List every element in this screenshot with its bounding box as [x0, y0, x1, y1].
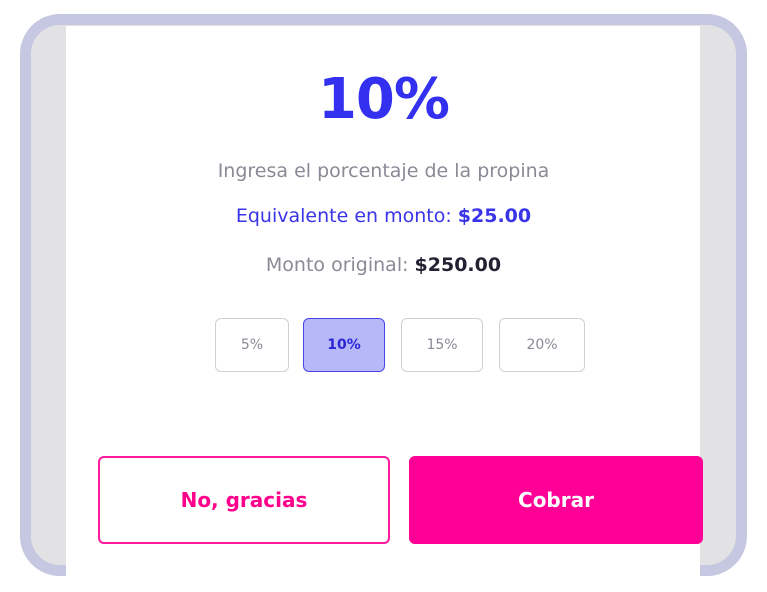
equivalent-amount-value: $25.00: [457, 205, 532, 227]
original-amount-label: Monto original:: [265, 254, 415, 276]
original-amount-value: $250.00: [414, 254, 502, 276]
preset-15-button[interactable]: 15%: [401, 318, 483, 372]
original-amount: Monto original: $250.00: [0, 256, 767, 275]
charge-button[interactable]: Cobrar: [409, 456, 703, 544]
equivalent-amount-label: Equivalente en monto:: [235, 205, 458, 227]
equivalent-amount: Equivalente en monto: $25.00: [0, 207, 767, 226]
tip-instruction: Ingresa el porcentaje de la propina: [217, 160, 550, 182]
preset-10-button[interactable]: 10%: [303, 318, 385, 372]
preset-5-button[interactable]: 5%: [215, 318, 289, 372]
no-thanks-button[interactable]: No, gracias: [98, 456, 390, 544]
preset-20-button[interactable]: 20%: [499, 318, 585, 372]
tip-preset-group: 5% 10% 15% 20%: [0, 318, 767, 374]
tip-percent-display: 10%: [317, 67, 450, 132]
tip-dialog: 10% Ingresa el porcentaje de la propina …: [0, 0, 767, 592]
